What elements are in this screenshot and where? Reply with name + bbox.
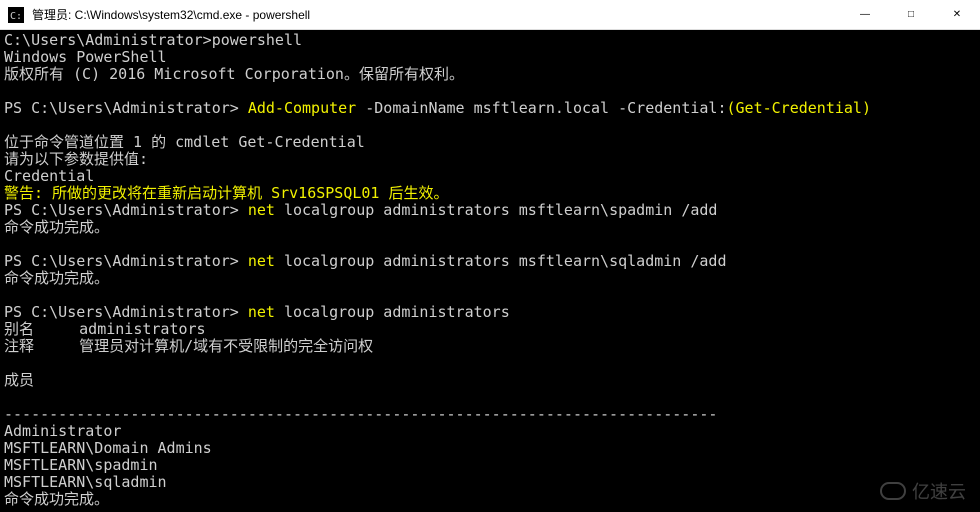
output-line: 注释 管理员对计算机/域有不受限制的完全访问权 (4, 337, 373, 355)
ps-prompt: PS C:\Users\Administrator> (4, 201, 248, 219)
window-controls: — □ ✕ (842, 0, 980, 29)
param: -DomainName (365, 99, 473, 117)
output-line: 别名 administrators (4, 320, 206, 338)
close-button[interactable]: ✕ (934, 0, 980, 29)
window-title: 管理员: C:\Windows\system32\cmd.exe - power… (32, 6, 842, 23)
cmdlet: Add-Computer (248, 99, 365, 117)
cmd-icon: C: (6, 5, 26, 25)
titlebar[interactable]: C: 管理员: C:\Windows\system32\cmd.exe - po… (0, 0, 980, 30)
member-line: MSFTLEARN\sqladmin (4, 473, 167, 491)
prompt: C:\Users\Administrator> (4, 31, 212, 49)
cmd-window: C: 管理员: C:\Windows\system32\cmd.exe - po… (0, 0, 980, 512)
cmd-args: localgroup administrators (284, 303, 510, 321)
ps-prompt: PS C:\Users\Administrator> (4, 252, 248, 270)
cmdlet: Get-Credential (736, 99, 862, 117)
output-line: 请为以下参数提供值: (4, 150, 148, 168)
param-value: msftlearn.local (474, 99, 619, 117)
minimize-button[interactable]: — (842, 0, 888, 29)
warning-line: 警告: 所做的更改将在重新启动计算机 Srv16SPSQL01 后生效。 (4, 184, 449, 202)
terminal-output[interactable]: C:\Users\Administrator>powershell Window… (0, 30, 980, 512)
cmd: net (248, 252, 284, 270)
output-line: 命令成功完成。 (4, 218, 109, 236)
paren: ( (727, 99, 736, 117)
paren: ) (862, 99, 871, 117)
output-line: Windows PowerShell (4, 48, 167, 66)
cmd-args: localgroup administrators msftlearn\spad… (284, 201, 717, 219)
output-line: 位于命令管道位置 1 的 cmdlet Get-Credential (4, 133, 365, 151)
output-line: 命令成功完成。 (4, 490, 109, 508)
output-line: 命令成功完成。 (4, 269, 109, 287)
cmd: net (248, 201, 284, 219)
cmd-text: powershell (212, 31, 302, 49)
output-line: Credential (4, 167, 94, 185)
output-line: 成员 (4, 371, 34, 389)
output-line: 版权所有 (C) 2016 Microsoft Corporation。保留所有… (4, 65, 464, 83)
separator-line: ----------------------------------------… (4, 405, 717, 423)
ps-prompt: PS C:\Users\Administrator> (4, 99, 248, 117)
param: -Credential: (618, 99, 726, 117)
cmd: net (248, 303, 284, 321)
ps-prompt: PS C:\Users\Administrator> (4, 303, 248, 321)
member-line: MSFTLEARN\Domain Admins (4, 439, 212, 457)
member-line: Administrator (4, 422, 121, 440)
cmd-args: localgroup administrators msftlearn\sqla… (284, 252, 727, 270)
maximize-button[interactable]: □ (888, 0, 934, 29)
svg-text:C:: C: (10, 11, 22, 22)
member-line: MSFTLEARN\spadmin (4, 456, 158, 474)
